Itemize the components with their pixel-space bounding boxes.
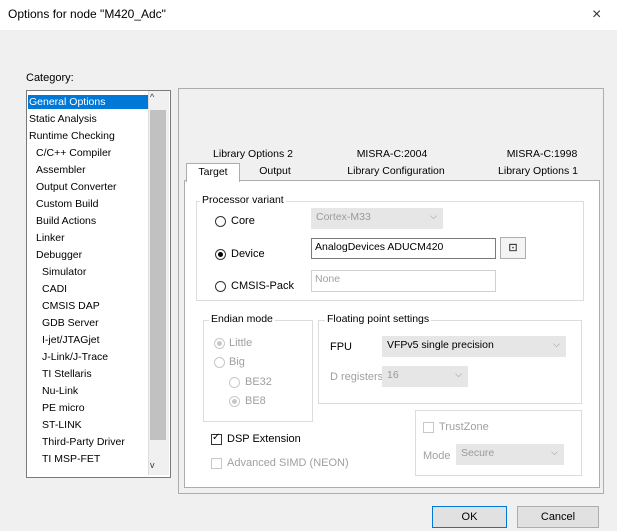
tab-misra-c-2004[interactable]: MISRA-C:2004 — [338, 147, 446, 162]
cmsis-pack-radio[interactable] — [215, 281, 226, 292]
d-registers-label: D registers — [330, 371, 384, 383]
core-select-value: Cortex-M33 — [316, 211, 371, 223]
be8-label: BE8 — [245, 395, 266, 407]
little-label: Little — [229, 337, 253, 349]
ok-button[interactable]: OK — [432, 506, 507, 528]
device-field[interactable]: AnalogDevices ADUCM420 — [311, 238, 496, 259]
window-title: Options for node "M420_Adc" — [8, 7, 166, 21]
trustzone-group — [415, 410, 582, 476]
core-radio[interactable] — [215, 216, 226, 227]
d-registers-value: 16 — [387, 369, 399, 381]
chevron-down-icon: ⌵ — [551, 447, 558, 457]
fpu-select-value: VFPv5 single precision — [387, 339, 494, 351]
chevron-down-icon: ⌵ — [553, 339, 560, 349]
dsp-extension-checkbox[interactable]: ✓ — [211, 432, 222, 445]
check-icon: ✓ — [212, 432, 221, 443]
fpu-label: FPU — [330, 341, 352, 353]
category-item-i-jet-jtagjet[interactable]: I-jet/JTAGjet — [28, 333, 100, 347]
chevron-down-icon: ⌵ — [455, 369, 462, 379]
tab-misra-c-1998[interactable]: MISRA-C:1998 — [488, 147, 596, 162]
floating-point-group — [318, 320, 582, 404]
big-label: Big — [229, 356, 245, 368]
category-label: Category: — [26, 72, 74, 84]
tab-library-configuration[interactable]: Library Configuration — [320, 163, 472, 180]
device-label: Device — [231, 248, 265, 260]
device-radio[interactable] — [215, 249, 226, 260]
category-item-assembler[interactable]: Assembler — [28, 163, 86, 177]
category-item-pe-micro[interactable]: PE micro — [28, 401, 85, 415]
trustzone-label: TrustZone — [439, 421, 489, 433]
little-radio[interactable] — [214, 338, 225, 349]
mode-select[interactable]: Secure ⌵ — [456, 444, 564, 465]
category-item-static-analysis[interactable]: Static Analysis — [28, 112, 97, 126]
advanced-simd-label: Advanced SIMD (NEON) — [227, 457, 349, 469]
mode-select-value: Secure — [461, 447, 495, 459]
category-item-cmsis-dap[interactable]: CMSIS DAP — [28, 299, 100, 313]
cmsis-pack-field[interactable]: None — [311, 270, 496, 292]
close-icon[interactable]: × — [592, 6, 601, 24]
scrollbar-thumb[interactable] — [150, 110, 166, 440]
be32-radio[interactable] — [229, 377, 240, 388]
category-item-cadi[interactable]: CADI — [28, 282, 67, 296]
category-item-linker[interactable]: Linker — [28, 231, 65, 245]
category-item-simulator[interactable]: Simulator — [28, 265, 86, 279]
core-select[interactable]: Cortex-M33 ⌵ — [311, 208, 443, 229]
category-item-gdb-server[interactable]: GDB Server — [28, 316, 99, 330]
scroll-down-icon[interactable]: v — [150, 460, 155, 470]
category-item-ti-stellaris[interactable]: TI Stellaris — [28, 367, 92, 381]
floating-point-label: Floating point settings — [325, 313, 432, 325]
d-registers-select[interactable]: 16 ⌵ — [382, 366, 468, 387]
tab-target[interactable]: Target — [186, 163, 240, 182]
category-item-runtime-checking[interactable]: Runtime Checking — [28, 129, 115, 143]
category-item-ti-msp-fet[interactable]: TI MSP-FET — [28, 452, 100, 466]
fpu-select[interactable]: VFPv5 single precision ⌵ — [382, 336, 566, 357]
category-item-c-c-compiler[interactable]: C/C++ Compiler — [28, 146, 111, 160]
trustzone-checkbox[interactable] — [423, 422, 434, 433]
device-select-icon[interactable]: ⊡ — [500, 237, 526, 259]
dsp-extension-label: DSP Extension — [227, 433, 301, 445]
processor-variant-label: Processor variant — [200, 194, 286, 206]
mode-label: Mode — [423, 450, 451, 462]
category-item-j-link-j-trace[interactable]: J-Link/J-Trace — [28, 350, 108, 364]
endian-mode-label: Endian mode — [209, 313, 275, 325]
category-item-third-party-driver[interactable]: Third-Party Driver — [28, 435, 125, 449]
tab-output[interactable]: Output — [240, 163, 310, 180]
be32-label: BE32 — [245, 376, 272, 388]
category-item-build-actions[interactable]: Build Actions — [28, 214, 96, 228]
scroll-up-icon[interactable]: ^ — [150, 92, 154, 102]
category-item-general-options[interactable]: General Options — [28, 95, 149, 109]
category-item-st-link[interactable]: ST-LINK — [28, 418, 82, 432]
big-radio[interactable] — [214, 357, 225, 368]
advanced-simd-checkbox[interactable] — [211, 458, 222, 469]
cancel-button[interactable]: Cancel — [517, 506, 599, 528]
core-label: Core — [231, 215, 255, 227]
be8-radio[interactable] — [229, 396, 240, 407]
category-item-custom-build[interactable]: Custom Build — [28, 197, 98, 211]
cmsis-pack-label: CMSIS-Pack — [231, 280, 294, 292]
chevron-down-icon: ⌵ — [430, 211, 437, 221]
category-item-debugger[interactable]: Debugger — [28, 248, 82, 262]
category-item-output-converter[interactable]: Output Converter — [28, 180, 117, 194]
tab-library-options-1[interactable]: Library Options 1 — [482, 163, 594, 180]
tab-library-options-2[interactable]: Library Options 2 — [200, 147, 306, 162]
category-item-nu-link[interactable]: Nu-Link — [28, 384, 78, 398]
